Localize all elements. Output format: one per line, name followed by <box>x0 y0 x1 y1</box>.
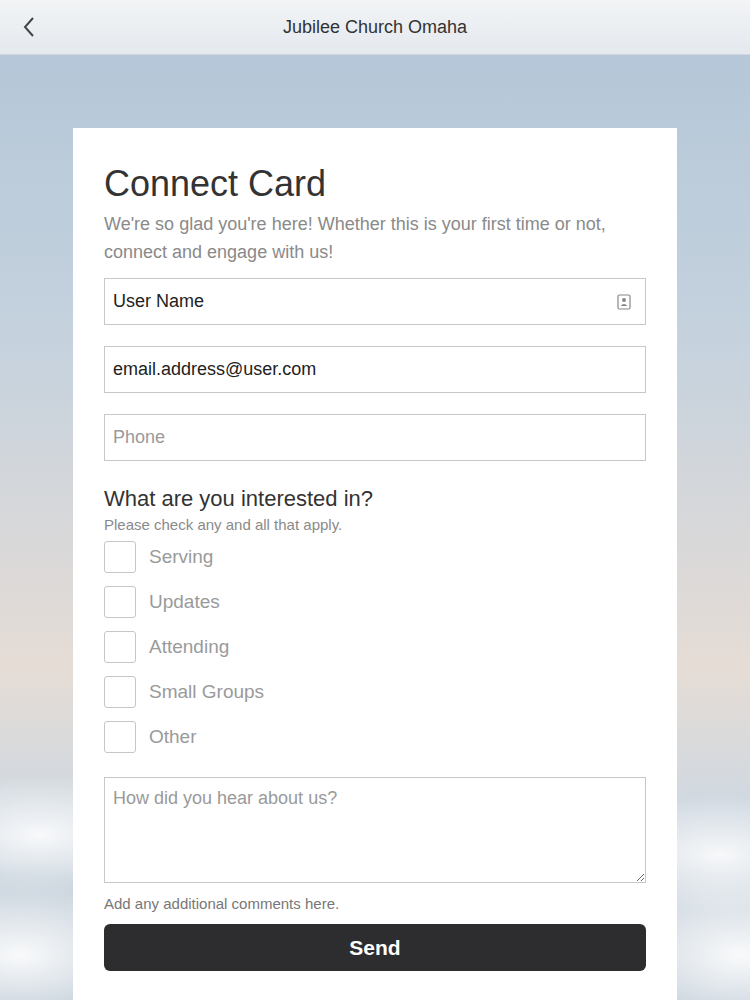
interest-option[interactable]: Serving <box>104 541 646 573</box>
checkbox[interactable] <box>104 586 136 618</box>
interest-option[interactable]: Other <box>104 721 646 753</box>
checkbox[interactable] <box>104 631 136 663</box>
fields <box>104 278 646 461</box>
send-button[interactable]: Send <box>104 924 646 971</box>
interest-list: Serving Updates Attending Small Groups Other <box>104 541 646 753</box>
checkbox[interactable] <box>104 721 136 753</box>
background: Connect CardWe're so glad you're here! W… <box>0 55 750 1000</box>
interest-label: Updates <box>149 591 220 613</box>
contact-card-icon <box>617 294 631 310</box>
comments-field[interactable] <box>104 777 646 883</box>
interest-option[interactable]: Small Groups <box>104 676 646 708</box>
interest-label: Other <box>149 726 197 748</box>
text-input[interactable] <box>105 347 645 392</box>
text-field <box>104 278 646 325</box>
top-bar: Jubilee Church Omaha <box>0 0 750 55</box>
checkbox[interactable] <box>104 676 136 708</box>
interests-hint: Please check any and all that apply. <box>104 515 646 535</box>
interest-option[interactable]: Attending <box>104 631 646 663</box>
back-button[interactable] <box>0 16 60 38</box>
contact-card-wrap <box>617 294 631 310</box>
interest-label: Serving <box>149 546 213 568</box>
interest-label: Small Groups <box>149 681 264 703</box>
interest-option[interactable]: Updates <box>104 586 646 618</box>
page-title: Jubilee Church Omaha <box>60 17 690 38</box>
checkbox[interactable] <box>104 541 136 573</box>
text-input[interactable] <box>105 415 645 460</box>
interests-title: What are you interested in? <box>104 485 646 513</box>
text-field <box>104 346 646 393</box>
connect-card: Connect CardWe're so glad you're here! W… <box>73 128 677 1000</box>
text-field <box>104 414 646 461</box>
card-title: Connect Card <box>104 162 646 206</box>
comments-hint: Add any additional comments here. <box>104 895 646 912</box>
card-subtitle: We're so glad you're here! Whether this … <box>104 210 646 266</box>
back-arrow-icon <box>22 16 36 38</box>
text-input[interactable] <box>105 279 617 324</box>
interest-label: Attending <box>149 636 229 658</box>
